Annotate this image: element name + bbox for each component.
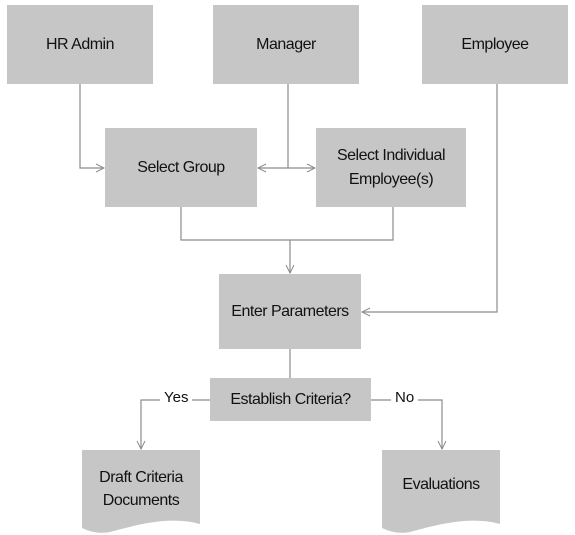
evaluations-label: Evaluations (402, 476, 480, 493)
manager-node: Manager (213, 5, 359, 84)
evaluations-node: Evaluations (382, 450, 500, 520)
select-individual-label-line1: Select Individual (336, 147, 446, 165)
enter-parameters-node: Enter Parameters (219, 274, 361, 349)
no-line (371, 399, 442, 449)
manager-label: Manager (256, 35, 316, 53)
establish-criteria-label: Establish Criteria? (230, 390, 351, 408)
establish-criteria-node: Establish Criteria? (210, 378, 371, 421)
draft-criteria-label-line2: Documents (102, 492, 180, 509)
yes-label: Yes (160, 389, 193, 406)
select-individual-node: Select Individual Employee(s) (316, 128, 466, 207)
select-individual-label-line2: Employee(s) (348, 170, 434, 188)
draft-criteria-label-line1: Draft Criteria (99, 468, 183, 486)
select-group-node: Select Group (105, 128, 257, 207)
hr-admin-node: HR Admin (7, 5, 153, 84)
enter-parameters-label: Enter Parameters (231, 302, 349, 320)
no-label: No (391, 389, 419, 406)
draft-criteria-node: Draft Criteria Documents (82, 450, 200, 520)
employee-node: Employee (422, 5, 568, 84)
yes-line (141, 399, 210, 449)
hr-admin-label: HR Admin (45, 35, 115, 53)
employee-label: Employee (461, 35, 529, 53)
merge-line (180, 207, 394, 241)
hr-to-group-line (79, 84, 104, 168)
flowchart: HR Admin Manager Employee Select Group S… (0, 0, 575, 535)
select-group-label: Select Group (137, 158, 225, 176)
